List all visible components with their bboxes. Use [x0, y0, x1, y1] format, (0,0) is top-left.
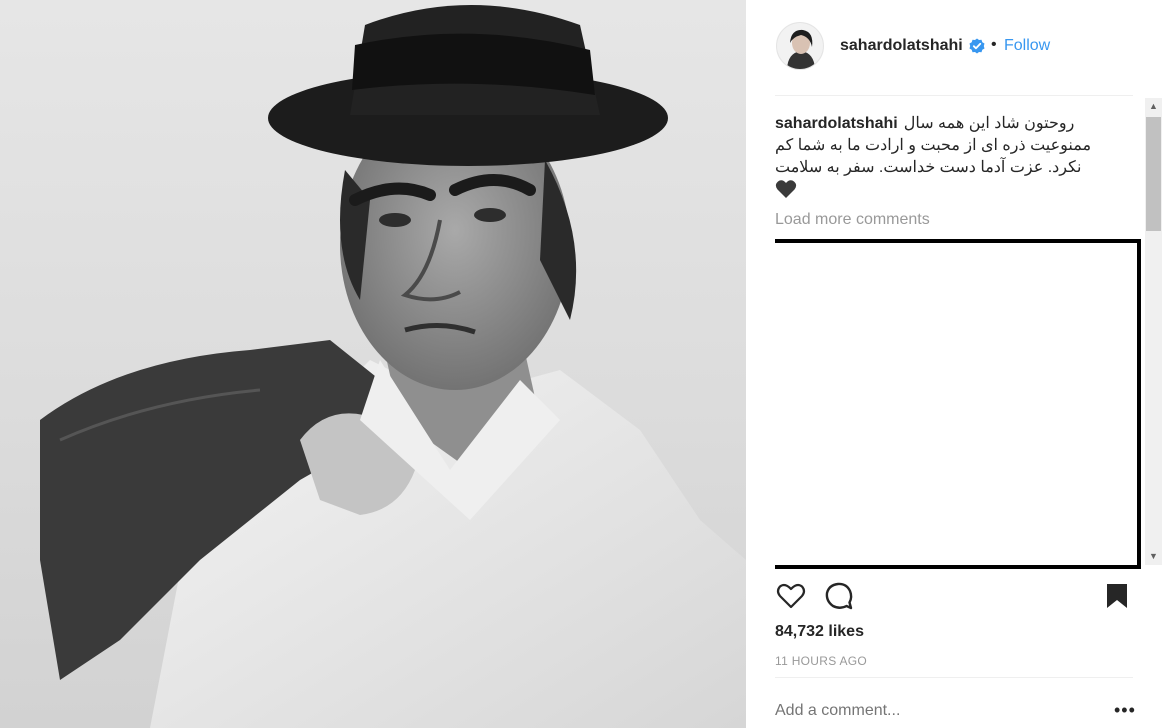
bookmark-icon[interactable]: [1101, 580, 1133, 612]
comment-icon[interactable]: [823, 580, 855, 612]
post-username[interactable]: sahardolatshahi: [840, 37, 963, 55]
avatar[interactable]: [776, 22, 824, 70]
post-photo[interactable]: [0, 0, 746, 728]
scroll-down-arrow-icon[interactable]: ▼: [1145, 548, 1162, 565]
more-options-icon[interactable]: •••: [1114, 700, 1136, 721]
post-header: sahardolatshahi • Follow: [746, 0, 1166, 96]
redacted-comments-box: [775, 239, 1141, 569]
scroll-up-arrow-icon[interactable]: ▲: [1145, 98, 1162, 115]
composer-divider: [775, 677, 1133, 678]
post-side-panel: sahardolatshahi • Follow sahardolatshahi…: [746, 0, 1166, 728]
black-heart-emoji-icon: [775, 180, 797, 198]
load-more-comments-link[interactable]: Load more comments: [775, 211, 930, 229]
post-timestamp[interactable]: 11 HOURS AGO: [775, 654, 867, 668]
comments-area[interactable]: sahardolatshahi روحتون شاد این همه سال مم…: [775, 96, 1145, 570]
caption-username[interactable]: sahardolatshahi: [775, 115, 898, 132]
follow-button[interactable]: Follow: [1004, 37, 1050, 55]
avatar-image: [777, 23, 823, 69]
add-comment-input[interactable]: [775, 702, 1095, 720]
likes-count[interactable]: 84,732 likes: [775, 623, 864, 641]
comments-scrollbar[interactable]: ▲ ▼: [1145, 98, 1162, 565]
verified-badge-icon: [969, 38, 985, 54]
scrollbar-thumb[interactable]: [1146, 117, 1161, 231]
man-in-hat-photo: [40, 5, 746, 728]
heart-icon[interactable]: [775, 580, 807, 612]
post-actions: [775, 580, 1135, 612]
header-separator: •: [991, 36, 997, 53]
caption: sahardolatshahi روحتون شاد این همه سال مم…: [775, 113, 1115, 179]
